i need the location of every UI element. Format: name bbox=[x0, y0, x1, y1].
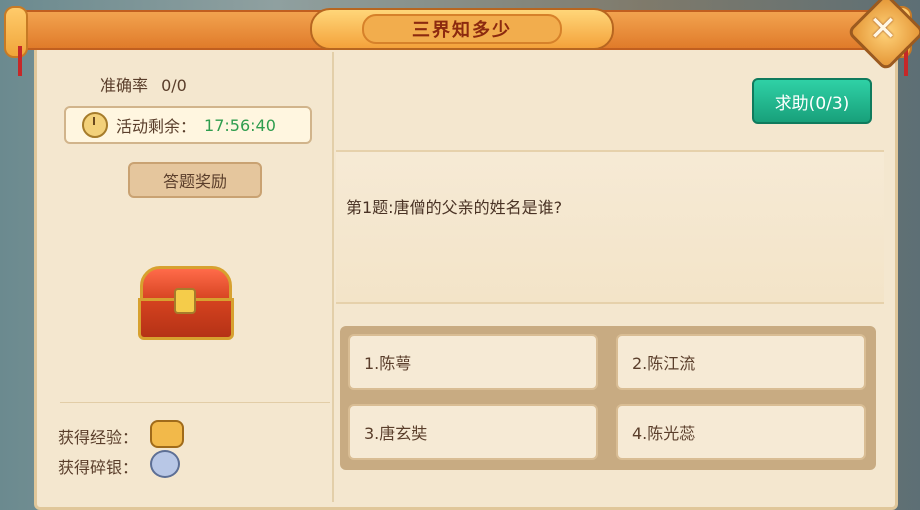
question-text: 第1题:唐僧的父亲的姓名是谁? bbox=[346, 198, 563, 217]
chest-lock-icon bbox=[174, 288, 196, 314]
option-3[interactable]: 3.唐玄奘 bbox=[348, 404, 598, 460]
option-1[interactable]: 1.陈萼 bbox=[348, 334, 598, 390]
column-divider bbox=[332, 52, 334, 502]
accuracy: 准确率 0/0 bbox=[100, 72, 187, 96]
clock-icon bbox=[82, 112, 108, 138]
exp-label: 获得经验： bbox=[58, 428, 139, 447]
activity-timer: 活动剩余： 17:56:40 bbox=[64, 106, 312, 144]
reward-label: 答题奖励 bbox=[162, 172, 227, 191]
option-4[interactable]: 4.陈光蕊 bbox=[616, 404, 866, 460]
help-button[interactable]: 求助(0/3) bbox=[752, 78, 872, 124]
option-2[interactable]: 2.陈江流 bbox=[616, 334, 866, 390]
close-icon[interactable]: ✕ bbox=[858, 4, 908, 54]
dialog-title: 三界知多少 bbox=[362, 14, 562, 44]
question-area bbox=[336, 150, 884, 304]
tassel-left bbox=[18, 46, 22, 76]
title-plate: 三界知多少 bbox=[310, 8, 614, 50]
accuracy-label: 准确率 bbox=[100, 76, 149, 95]
scroll-rod-left bbox=[4, 6, 28, 58]
timer-label: 活动剩余： bbox=[116, 117, 197, 136]
silver-label: 获得碎银： bbox=[58, 458, 139, 477]
exp-icon bbox=[150, 420, 184, 448]
reward-divider bbox=[60, 402, 330, 403]
treasure-chest-icon[interactable] bbox=[132, 266, 234, 340]
accuracy-value: 0/0 bbox=[161, 76, 187, 95]
answer-reward-button[interactable]: 答题奖励 bbox=[128, 162, 262, 198]
silver-icon bbox=[150, 450, 180, 478]
timer-value: 17:56:40 bbox=[204, 115, 276, 135]
